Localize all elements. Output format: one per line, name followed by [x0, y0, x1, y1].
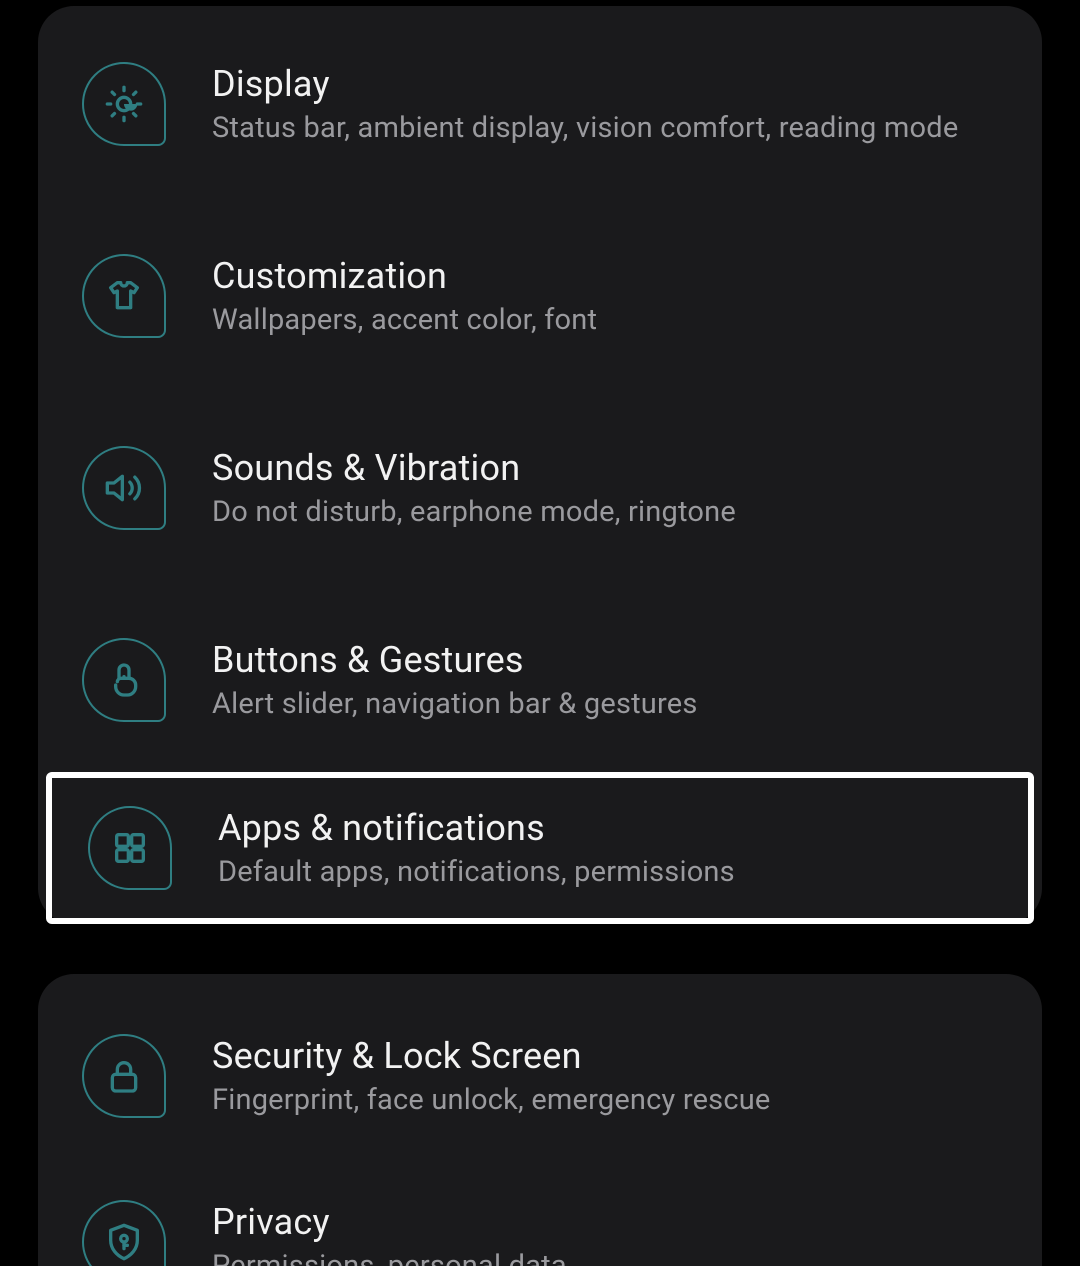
selection-highlight: Apps & notifications Default apps, notif…: [46, 772, 1034, 924]
item-spacer: [38, 748, 1042, 772]
apps-icon: [88, 806, 172, 890]
settings-item-title: Security & Lock Screen: [212, 1035, 771, 1077]
item-spacer: [38, 556, 1042, 612]
settings-item-title: Sounds & Vibration: [212, 447, 736, 489]
item-spacer: [38, 1144, 1042, 1174]
settings-item-text: Display Status bar, ambient display, vis…: [212, 63, 958, 145]
lock-icon: [82, 1034, 166, 1118]
settings-item-buttons-gestures[interactable]: Buttons & Gestures Alert slider, navigat…: [38, 612, 1042, 748]
brightness-icon: [82, 62, 166, 146]
settings-item-title: Display: [212, 63, 958, 105]
settings-item-text: Privacy Permissions, personal data: [212, 1201, 567, 1266]
settings-item-subtitle: Fingerprint, face unlock, emergency resc…: [212, 1083, 771, 1117]
settings-item-subtitle: Permissions, personal data: [212, 1249, 567, 1266]
settings-item-display[interactable]: Display Status bar, ambient display, vis…: [38, 36, 1042, 172]
settings-item-text: Buttons & Gestures Alert slider, navigat…: [212, 639, 698, 721]
settings-item-subtitle: Alert slider, navigation bar & gestures: [212, 687, 698, 721]
settings-item-text: Apps & notifications Default apps, notif…: [218, 807, 735, 889]
settings-item-title: Privacy: [212, 1201, 567, 1243]
volume-icon: [82, 446, 166, 530]
settings-item-customization[interactable]: Customization Wallpapers, accent color, …: [38, 228, 1042, 364]
settings-item-subtitle: Do not disturb, earphone mode, ringtone: [212, 495, 736, 529]
settings-item-subtitle: Wallpapers, accent color, font: [212, 303, 597, 337]
settings-item-text: Sounds & Vibration Do not disturb, earph…: [212, 447, 736, 529]
settings-item-apps-notifications[interactable]: Apps & notifications Default apps, notif…: [52, 778, 1028, 918]
settings-item-security[interactable]: Security & Lock Screen Fingerprint, face…: [38, 1008, 1042, 1144]
settings-item-sounds[interactable]: Sounds & Vibration Do not disturb, earph…: [38, 420, 1042, 556]
touch-icon: [82, 638, 166, 722]
settings-item-subtitle: Default apps, notifications, permissions: [218, 855, 735, 889]
settings-item-title: Apps & notifications: [218, 807, 735, 849]
item-spacer: [38, 172, 1042, 228]
settings-group-1: Display Status bar, ambient display, vis…: [38, 6, 1042, 924]
settings-item-title: Buttons & Gestures: [212, 639, 698, 681]
settings-item-subtitle: Status bar, ambient display, vision comf…: [212, 111, 958, 145]
settings-item-text: Security & Lock Screen Fingerprint, face…: [212, 1035, 771, 1117]
shield-key-icon: [82, 1200, 166, 1266]
item-spacer: [38, 364, 1042, 420]
settings-group-2: Security & Lock Screen Fingerprint, face…: [38, 974, 1042, 1266]
settings-item-title: Customization: [212, 255, 597, 297]
settings-item-privacy[interactable]: Privacy Permissions, personal data: [38, 1174, 1042, 1266]
settings-item-text: Customization Wallpapers, accent color, …: [212, 255, 597, 337]
tshirt-icon: [82, 254, 166, 338]
